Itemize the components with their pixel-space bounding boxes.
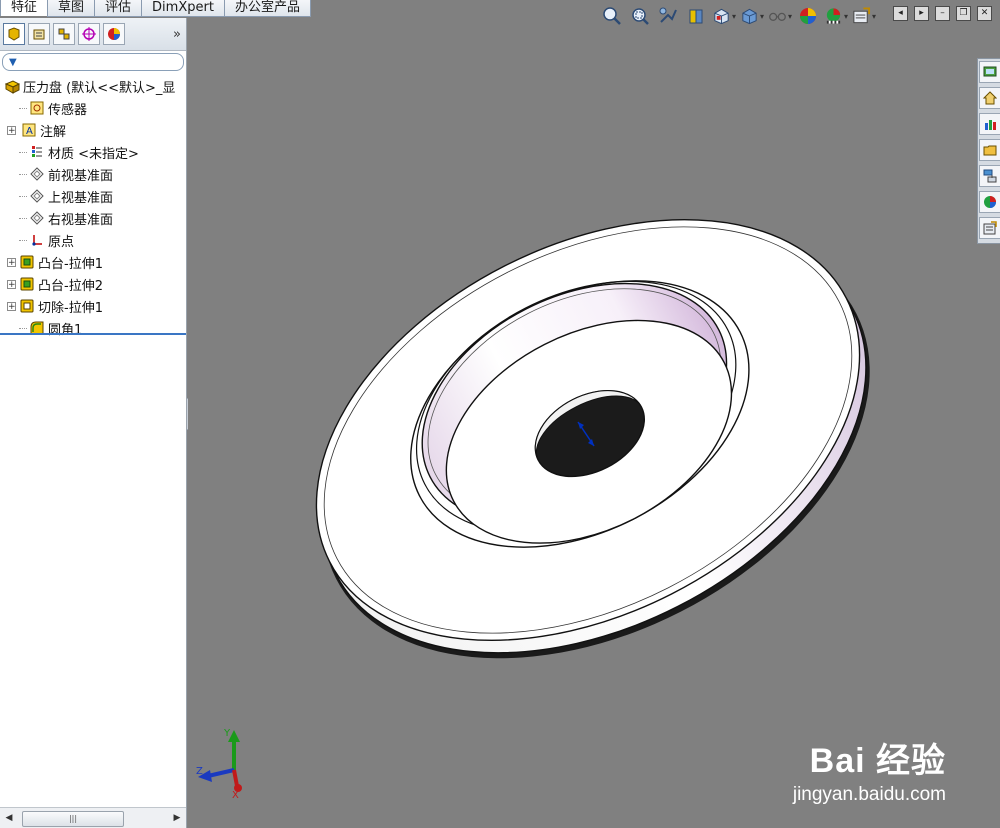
- expand-icon[interactable]: +: [7, 301, 16, 311]
- feature-manager-icon[interactable]: [3, 23, 25, 45]
- tree-item-top-plane[interactable]: 上视基准面: [0, 185, 186, 207]
- tree-item-boss-extrude-2[interactable]: + 凸台-拉伸2: [0, 273, 186, 295]
- watermark-url: jingyan.baidu.com: [792, 784, 946, 805]
- tab-evaluate[interactable]: 评估: [94, 0, 143, 17]
- triad-x-label: X: [232, 790, 239, 798]
- origin-icon: [29, 232, 45, 248]
- triad-y-label: Y: [223, 728, 231, 739]
- feature-tree: 压力盘 (默认<<默认>_显 传感器 + A 注解 材质 <未指定> 前视基准面…: [0, 75, 186, 339]
- part-model[interactable]: [188, 0, 1000, 828]
- tree-item-label: 前视基准面: [48, 168, 114, 184]
- cut-extrude-icon: [19, 298, 35, 314]
- tree-item-label: 原点: [48, 234, 75, 250]
- tab-features[interactable]: 特征: [0, 0, 49, 16]
- configuration-manager-icon[interactable]: [53, 23, 75, 45]
- property-manager-icon[interactable]: [28, 23, 50, 45]
- rollback-bar[interactable]: [0, 333, 186, 335]
- tree-item-annotations[interactable]: + A 注解: [0, 119, 186, 141]
- tree-item-label: 凸台-拉伸1: [38, 256, 103, 272]
- annotation-icon: A: [21, 122, 37, 138]
- tree-item-material[interactable]: 材质 <未指定>: [0, 141, 186, 163]
- scroll-thumb[interactable]: |||: [22, 811, 124, 827]
- plane-icon: [29, 210, 45, 226]
- tab-sketch[interactable]: 草图: [47, 0, 96, 17]
- scroll-track[interactable]: |||: [18, 811, 168, 827]
- tree-item-right-plane[interactable]: 右视基准面: [0, 207, 186, 229]
- expand-icon[interactable]: +: [7, 257, 16, 267]
- display-manager-icon[interactable]: [103, 23, 125, 45]
- horizontal-scrollbar[interactable]: ◀ ||| ▶: [0, 807, 186, 828]
- baidu-watermark: Bai 经验 jingyan.baidu.com: [793, 733, 946, 806]
- expand-icon[interactable]: +: [7, 279, 16, 289]
- filter-icon: ▼: [9, 56, 17, 68]
- tab-dimxpert[interactable]: DimXpert: [141, 0, 225, 17]
- tree-item-front-plane[interactable]: 前视基准面: [0, 163, 186, 185]
- tree-item-label: 上视基准面: [48, 190, 114, 206]
- tree-item-label: 材质 <未指定>: [48, 146, 139, 162]
- tree-item-label: 传感器: [48, 102, 88, 118]
- tree-item-fillet-1[interactable]: 圆角1: [0, 317, 186, 339]
- part-icon: [4, 78, 20, 94]
- tree-item-origin[interactable]: 原点: [0, 229, 186, 251]
- expand-icon[interactable]: +: [7, 125, 16, 135]
- tree-item-boss-extrude-1[interactable]: + 凸台-拉伸1: [0, 251, 186, 273]
- tree-root-part[interactable]: 压力盘 (默认<<默认>_显: [0, 75, 186, 97]
- feature-manager-panel: » ▼ 压力盘 (默认<<默认>_显 传感器 + A 注解 材质 <未指定> 前…: [0, 18, 187, 828]
- plane-icon: [29, 188, 45, 204]
- feature-filter-input[interactable]: ▼: [2, 53, 184, 71]
- tree-item-label: 注解: [40, 124, 67, 140]
- material-icon: [29, 144, 45, 160]
- scroll-left-icon[interactable]: ◀: [0, 809, 18, 827]
- more-tabs-button[interactable]: »: [173, 27, 181, 42]
- tree-item-sensors[interactable]: 传感器: [0, 97, 186, 119]
- boss-extrude-icon: [19, 276, 35, 292]
- boss-extrude-icon: [19, 254, 35, 270]
- scroll-right-icon[interactable]: ▶: [168, 809, 186, 827]
- svg-text:A: A: [26, 126, 33, 137]
- tree-item-label: 切除-拉伸1: [38, 300, 103, 316]
- sensor-icon: [29, 100, 45, 116]
- triad-z-label: Z: [196, 766, 203, 777]
- dimxpert-manager-icon[interactable]: [78, 23, 100, 45]
- reference-triad-graphic[interactable]: Y Z X: [194, 726, 254, 798]
- watermark-brand: Bai 经验: [809, 742, 946, 780]
- tree-item-label: 凸台-拉伸2: [38, 278, 103, 294]
- plane-icon: [29, 166, 45, 182]
- tree-item-cut-extrude-1[interactable]: + 切除-拉伸1: [0, 295, 186, 317]
- graphics-area[interactable]: ▾ ▾ ▾ ▾ ▾ ◂ ▸ – ❐ ✕ Y Z X Bai 经验 jingyan…: [188, 0, 1000, 828]
- tree-root-label: 压力盘 (默认<<默认>_显: [23, 80, 176, 96]
- tree-item-label: 右视基准面: [48, 212, 114, 228]
- manager-tabs: »: [0, 18, 186, 51]
- command-manager-tabs: 特征 草图 评估 DimXpert 办公室产品: [0, 0, 311, 18]
- tab-office-products[interactable]: 办公室产品: [223, 0, 311, 17]
